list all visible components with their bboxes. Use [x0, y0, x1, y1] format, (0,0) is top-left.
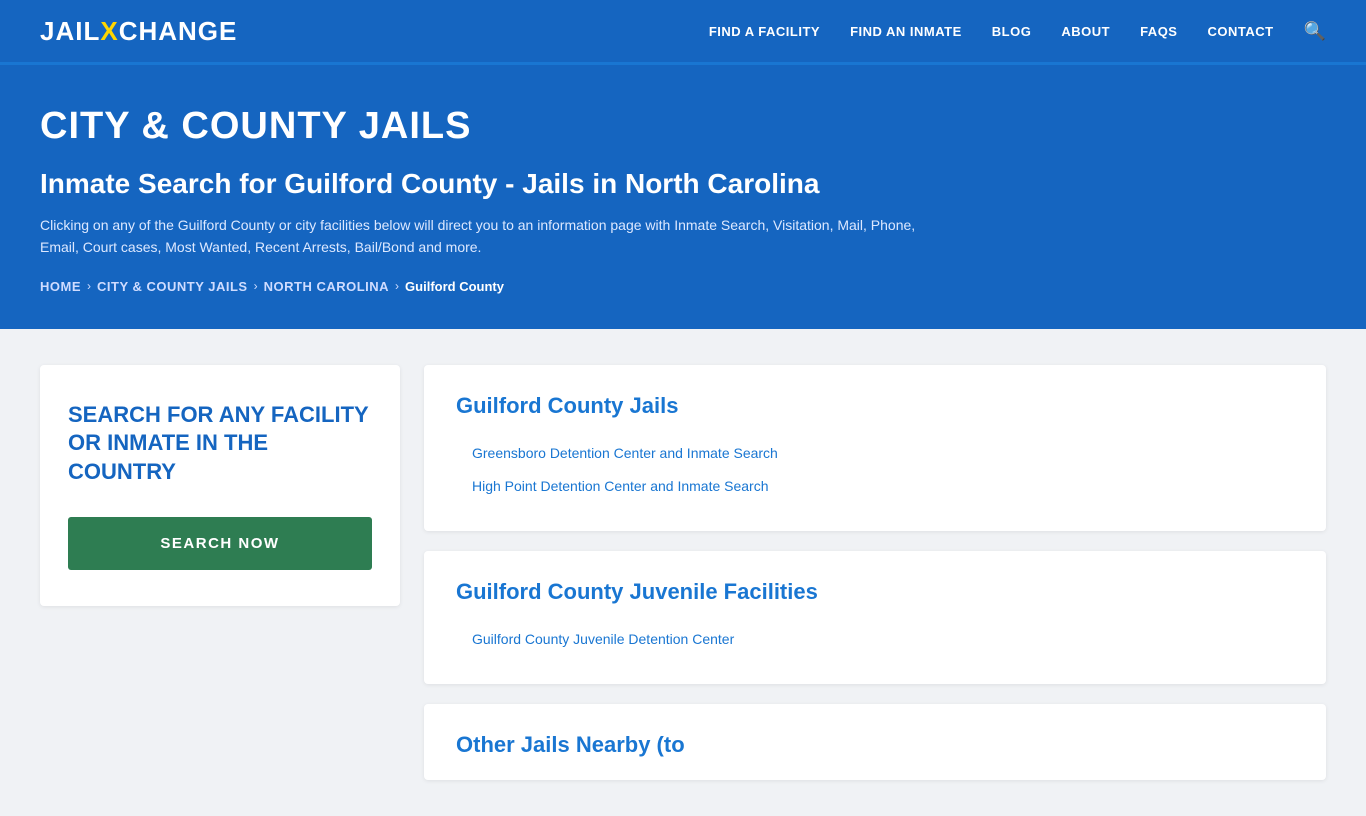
site-header: JAILXCHANGE FIND A FACILITY FIND AN INMA…	[0, 0, 1366, 65]
main-nav: FIND A FACILITY FIND AN INMATE BLOG ABOU…	[709, 21, 1326, 42]
guilford-county-juvenile-card: Guilford County Juvenile Facilities Guil…	[424, 551, 1326, 684]
logo-x: X	[100, 16, 118, 47]
nav-about[interactable]: ABOUT	[1061, 24, 1110, 39]
logo-jail: JAIL	[40, 16, 100, 47]
site-logo[interactable]: JAILXCHANGE	[40, 16, 237, 47]
search-now-button[interactable]: SEARCH NOW	[68, 517, 372, 570]
logo-exchange: CHANGE	[119, 16, 238, 47]
guilford-county-jails-title: Guilford County Jails	[456, 393, 1294, 419]
guilford-county-jails-card: Guilford County Jails Greensboro Detenti…	[424, 365, 1326, 531]
left-panel: SEARCH FOR ANY FACILITY OR INMATE IN THE…	[40, 365, 400, 780]
breadcrumb-home[interactable]: Home	[40, 279, 81, 294]
breadcrumb-sep-2: ›	[254, 279, 258, 293]
nav-find-inmate[interactable]: FIND AN INMATE	[850, 24, 962, 39]
breadcrumb-north-carolina[interactable]: North Carolina	[264, 279, 389, 294]
hero-description: Clicking on any of the Guilford County o…	[40, 214, 940, 259]
other-jails-card: Other Jails Nearby (to	[424, 704, 1326, 780]
breadcrumb-current: Guilford County	[405, 279, 504, 294]
nav-contact[interactable]: CONTACT	[1207, 24, 1273, 39]
nav-blog[interactable]: BLOG	[992, 24, 1032, 39]
nav-faqs[interactable]: FAQs	[1140, 24, 1177, 39]
search-icon-button[interactable]: 🔍	[1304, 21, 1326, 42]
search-box: SEARCH FOR ANY FACILITY OR INMATE IN THE…	[40, 365, 400, 606]
breadcrumb-sep-1: ›	[87, 279, 91, 293]
right-panel: Guilford County Jails Greensboro Detenti…	[424, 365, 1326, 780]
guilford-county-juvenile-title: Guilford County Juvenile Facilities	[456, 579, 1294, 605]
search-box-title: SEARCH FOR ANY FACILITY OR INMATE IN THE…	[68, 401, 372, 487]
hero-section: CITY & COUNTY JAILS Inmate Search for Gu…	[0, 65, 1366, 329]
breadcrumb-city-county-jails[interactable]: City & County Jails	[97, 279, 248, 294]
page-title: CITY & COUNTY JAILS	[40, 105, 1326, 148]
greensboro-detention-link[interactable]: Greensboro Detention Center and Inmate S…	[456, 437, 1294, 470]
page-subtitle: Inmate Search for Guilford County - Jail…	[40, 168, 1326, 200]
nav-find-facility[interactable]: FIND A FACILITY	[709, 24, 820, 39]
breadcrumb: Home › City & County Jails › North Carol…	[40, 279, 1326, 294]
other-jails-title: Other Jails Nearby (to	[456, 732, 1294, 758]
guilford-juvenile-detention-link[interactable]: Guilford County Juvenile Detention Cente…	[456, 623, 1294, 656]
breadcrumb-sep-3: ›	[395, 279, 399, 293]
main-content: SEARCH FOR ANY FACILITY OR INMATE IN THE…	[0, 329, 1366, 816]
high-point-detention-link[interactable]: High Point Detention Center and Inmate S…	[456, 470, 1294, 503]
